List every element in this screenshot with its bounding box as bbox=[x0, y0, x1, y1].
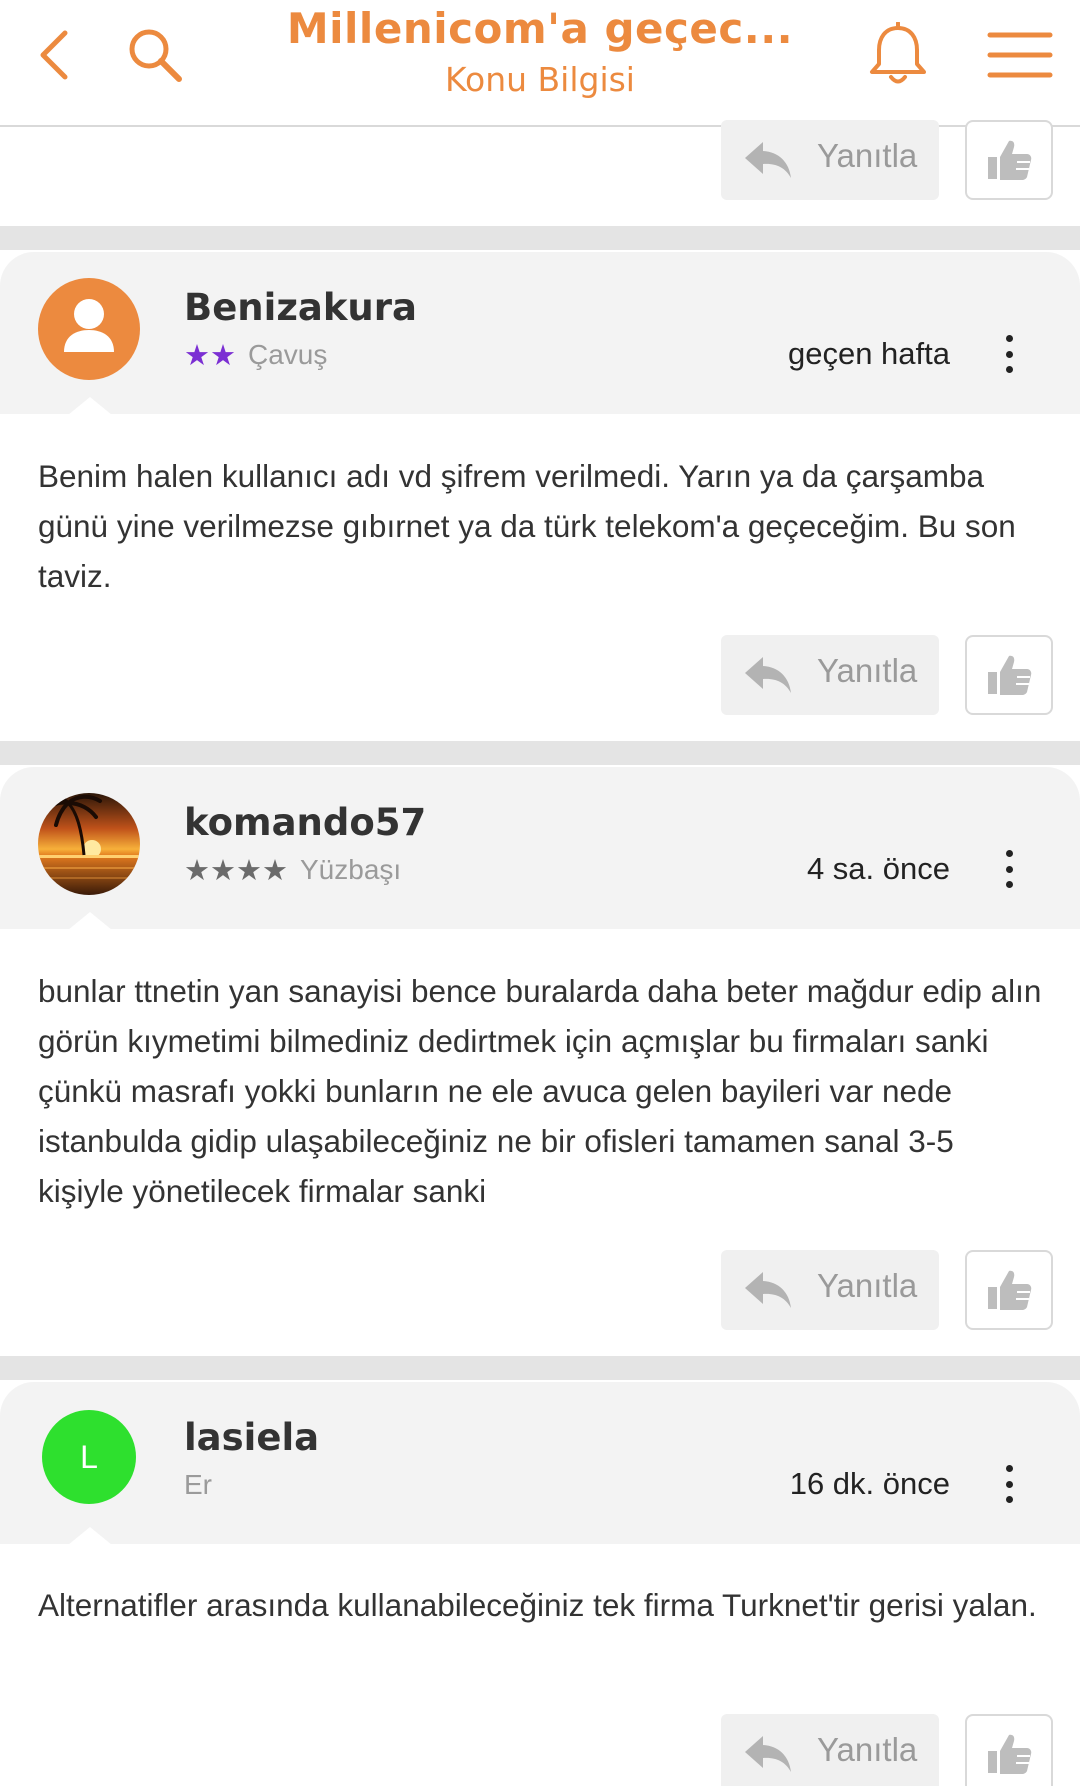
username[interactable]: Benizakura bbox=[184, 286, 417, 329]
avatar-letter: L bbox=[80, 1438, 98, 1475]
username[interactable]: lasiela bbox=[184, 1416, 319, 1459]
hamburger-menu-icon[interactable] bbox=[985, 20, 1055, 90]
page-title: Millenicom'a geçec... bbox=[286, 4, 794, 53]
back-arrow-icon[interactable] bbox=[20, 20, 90, 90]
reply-button[interactable]: Yanıtla bbox=[721, 120, 939, 200]
reply-label: Yanıtla bbox=[817, 1731, 918, 1768]
thumbs-up-icon bbox=[988, 1734, 1032, 1774]
post-separator bbox=[0, 1356, 1080, 1380]
reply-arrow-icon bbox=[745, 142, 791, 178]
like-button[interactable] bbox=[965, 1714, 1053, 1786]
like-button[interactable] bbox=[965, 120, 1053, 200]
star-icon: ★ bbox=[184, 853, 210, 887]
star-icon: ★ bbox=[262, 853, 288, 887]
more-options-icon[interactable] bbox=[998, 847, 1020, 891]
star-icon: ★ bbox=[236, 853, 262, 887]
username[interactable]: komando57 bbox=[184, 801, 426, 844]
reply-button[interactable]: Yanıtla bbox=[721, 635, 939, 715]
top-bar: Millenicom'a geçec... Konu Bilgisi bbox=[0, 0, 1080, 127]
sunset-avatar-image bbox=[38, 793, 140, 895]
page-subtitle[interactable]: Konu Bilgisi bbox=[240, 60, 840, 99]
user-rank: ★ ★ Çavuş bbox=[184, 339, 328, 370]
reply-button[interactable]: Yanıtla bbox=[721, 1250, 939, 1330]
rank-stars: ★ ★ bbox=[184, 340, 236, 370]
thumbs-up-icon bbox=[988, 140, 1032, 180]
more-options-icon[interactable] bbox=[998, 332, 1020, 376]
post-time: 4 sa. önce bbox=[806, 851, 950, 886]
post-body: Alternatifler arasında kullanabileceğini… bbox=[38, 1587, 1037, 1623]
post-header: Benizakura ★ ★ Çavuş geçen hafta bbox=[0, 252, 1080, 415]
avatar[interactable] bbox=[38, 793, 140, 895]
avatar[interactable] bbox=[38, 278, 140, 380]
user-rank: ★ ★ ★ ★ Yüzbaşı bbox=[184, 854, 402, 885]
reply-button[interactable]: Yanıtla bbox=[721, 1714, 939, 1786]
star-icon: ★ bbox=[210, 853, 236, 887]
reply-arrow-icon bbox=[745, 657, 791, 693]
speech-notch bbox=[68, 1527, 112, 1545]
like-button[interactable] bbox=[965, 635, 1053, 715]
more-options-icon[interactable] bbox=[998, 1462, 1020, 1506]
reply-label: Yanıtla bbox=[817, 652, 918, 689]
rank-label: Yüzbaşı bbox=[300, 854, 402, 885]
post-time: 16 dk. önce bbox=[789, 1466, 950, 1501]
post-separator bbox=[0, 741, 1080, 765]
post-header: komando57 ★ ★ ★ ★ Yüzbaşı 4 sa. önce bbox=[0, 767, 1080, 930]
avatar[interactable]: L bbox=[42, 1410, 136, 1504]
thumbs-up-icon bbox=[988, 655, 1032, 695]
star-icon: ★ bbox=[184, 338, 210, 372]
post-body: bunlar ttnetin yan sanayisi bence burala… bbox=[38, 973, 1042, 1209]
thumbs-up-icon bbox=[988, 1270, 1032, 1310]
reply-arrow-icon bbox=[745, 1272, 791, 1308]
bell-icon[interactable] bbox=[863, 20, 933, 90]
reply-label: Yanıtla bbox=[817, 137, 918, 174]
post-header: L lasiela Er 16 dk. önce bbox=[0, 1382, 1080, 1545]
search-icon[interactable] bbox=[120, 20, 190, 90]
star-icon: ★ bbox=[210, 338, 236, 372]
default-user-icon bbox=[64, 299, 114, 352]
post-time: geçen hafta bbox=[787, 336, 950, 371]
rank-stars: ★ ★ ★ ★ bbox=[184, 855, 288, 885]
speech-notch bbox=[68, 912, 112, 930]
post-body: Benim halen kullanıcı adı vd şifrem veri… bbox=[38, 458, 1016, 594]
post-separator bbox=[0, 226, 1080, 250]
rank-label: Er bbox=[184, 1469, 212, 1500]
speech-notch bbox=[68, 397, 112, 415]
rank-label: Çavuş bbox=[248, 339, 328, 370]
like-button[interactable] bbox=[965, 1250, 1053, 1330]
reply-arrow-icon bbox=[745, 1736, 791, 1772]
user-rank: Er bbox=[184, 1469, 212, 1500]
reply-label: Yanıtla bbox=[817, 1267, 918, 1304]
